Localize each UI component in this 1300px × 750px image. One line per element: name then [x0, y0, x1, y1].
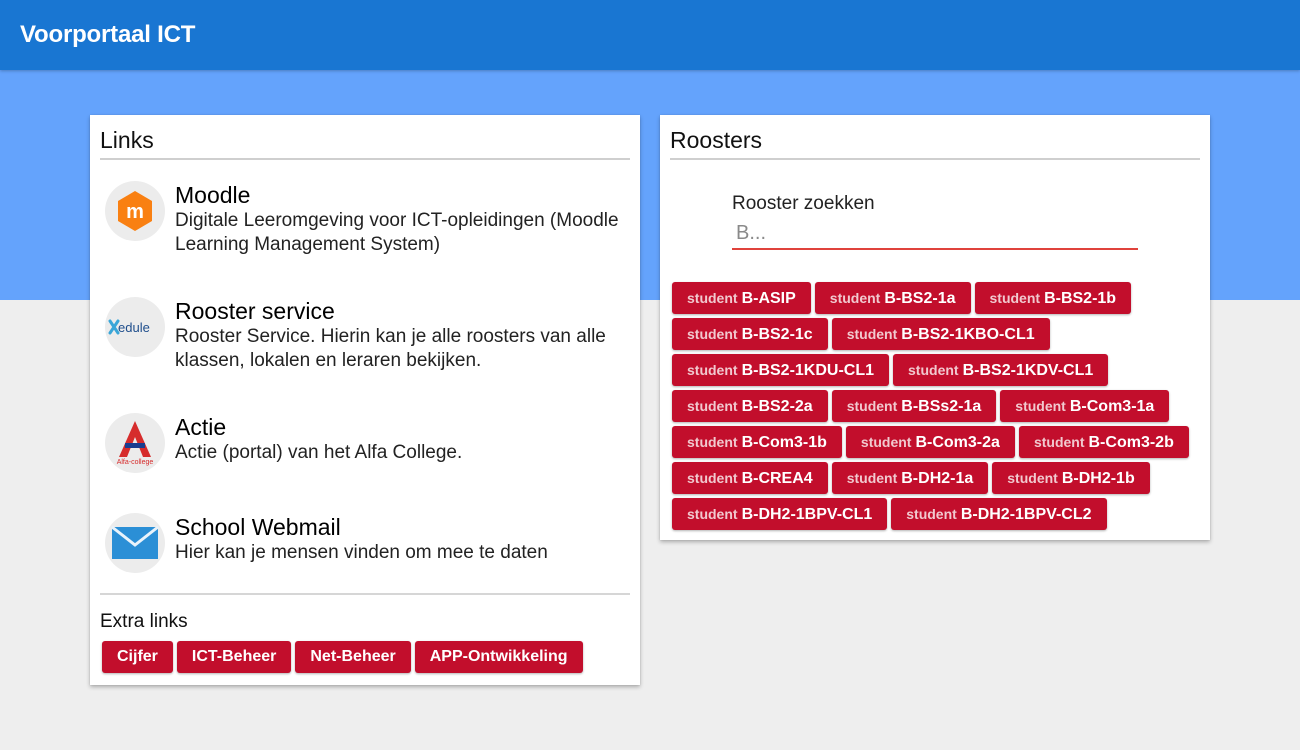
rooster-button-prefix: student [846, 326, 898, 342]
extra-link-button-ict-beheer[interactable]: ICT-Beheer [176, 641, 292, 673]
rooster-class-button[interactable]: student B-Com3-2a [845, 426, 1015, 458]
rooster-class-button[interactable]: student B-BSs2-1a [831, 390, 997, 422]
rooster-button-prefix: student [687, 470, 738, 486]
rooster-class-button[interactable]: student B-DH2-1a [831, 462, 989, 494]
rooster-class-button[interactable]: student B-BS2-1a [814, 282, 971, 314]
link-name[interactable]: Actie [175, 413, 630, 441]
rooster-button-class: B-BS2-1KBO-CL1 [901, 326, 1035, 343]
links-card-title: Links [100, 115, 630, 160]
xedule-logo: edule [105, 297, 165, 357]
rooster-button-class: B-Com3-2a [915, 434, 1000, 451]
rooster-button-class: B-DH2-1BPV-CL1 [741, 506, 873, 523]
rooster-button-class: B-Com3-2b [1088, 434, 1174, 451]
rooster-class-buttons: student B-ASIP student B-BS2-1a student B-BS2… [672, 282, 1202, 530]
link-item-moodle[interactable]: m Moodle Digitale Leeromgeving voor ICT-… [105, 181, 625, 255]
extra-link-button-cijfer[interactable]: Cijfer [102, 641, 173, 673]
rooster-button-prefix: student [908, 362, 959, 378]
rooster-class-button[interactable]: student B-DH2-1BPV-CL1 [672, 498, 888, 530]
rooster-class-button[interactable]: student B-BS2-1KDU-CL1 [672, 354, 890, 386]
rooster-button-class: B-DH2-1BPV-CL2 [960, 506, 1092, 523]
rooster-button-prefix: student [846, 398, 898, 414]
rooster-class-button[interactable]: student B-BS2-1KDV-CL1 [893, 354, 1109, 386]
extra-links-title: Extra links [100, 611, 188, 632]
rooster-button-class: B-Com3-1a [1069, 398, 1155, 415]
rooster-button-class: B-BS2-2a [741, 398, 813, 415]
rooster-button-prefix: student [1033, 434, 1085, 450]
link-name[interactable]: School Webmail [175, 513, 630, 541]
rooster-class-button[interactable]: student B-DH2-1BPV-CL2 [891, 498, 1107, 530]
rooster-button-prefix: student [989, 290, 1041, 306]
rooster-button-prefix: student [687, 506, 738, 522]
rooster-button-prefix: student [1007, 470, 1058, 486]
app-title[interactable]: Voorportaal ICT [20, 21, 195, 49]
extra-link-button-net-beheer[interactable]: Net-Beheer [295, 641, 411, 673]
rooster-button-class: B-BS2-1b [1044, 290, 1117, 307]
rooster-search-label: Rooster zoekken [732, 193, 875, 214]
rooster-button-class: B-BS2-1c [741, 326, 813, 343]
link-item-rooster-service[interactable]: edule Rooster service Rooster Service. H… [105, 297, 625, 371]
alfa-logo-text: Alfa-college [117, 459, 154, 466]
link-item-actie[interactable]: Alfa-college Actie Actie (portal) van he… [105, 413, 625, 483]
app-header: Voorportaal ICT [0, 0, 1300, 70]
rooster-button-class: B-DH2-1a [901, 470, 974, 487]
links-divider [100, 593, 630, 595]
rooster-button-prefix: student [829, 290, 881, 306]
link-item-school-webmail[interactable]: School Webmail Hier kan je mensen vinden… [105, 513, 625, 583]
link-description: Rooster Service. Hierin kan je alle roos… [175, 326, 606, 371]
rooster-button-prefix: student [687, 362, 738, 378]
rooster-search-input[interactable] [732, 218, 1138, 250]
rooster-button-prefix: student [1015, 398, 1066, 414]
rooster-class-button[interactable]: student B-BS2-2a [672, 390, 828, 422]
rooster-button-class: B-BS2-1KDU-CL1 [741, 362, 875, 379]
rooster-button-class: B-BS2-1KDV-CL1 [962, 362, 1094, 379]
rooster-button-class: B-CREA4 [741, 470, 813, 487]
extra-link-button-app-ontwikkeling[interactable]: APP-Ontwikkeling [414, 641, 583, 673]
rooster-class-button[interactable]: student B-DH2-1b [992, 462, 1150, 494]
rooster-button-class: B-BS2-1a [884, 290, 956, 307]
rooster-button-prefix: student [906, 506, 957, 522]
alfa-college-logo: Alfa-college [105, 413, 165, 473]
rooster-button-prefix: student [687, 434, 738, 450]
link-name[interactable]: Moodle [175, 181, 630, 209]
rooster-button-class: B-BSs2-1a [901, 398, 982, 415]
svg-text:m: m [126, 201, 144, 223]
rooster-button-prefix: student [687, 398, 738, 414]
rooster-button-prefix: student [846, 470, 898, 486]
roosters-card: Roosters Rooster zoekken studentB-ASIPst… [660, 115, 1210, 540]
rooster-class-button[interactable]: student B-Com3-1b [672, 426, 842, 458]
roosters-card-title: Roosters [670, 115, 1200, 160]
mail-envelope-icon [105, 513, 165, 573]
extra-links-buttons: Cijfer ICT-Beheer Net-Beheer APP-Ontwikk… [102, 641, 583, 673]
xedule-logo-text: edule [118, 320, 150, 335]
rooster-class-button[interactable]: student B-CREA4 [672, 462, 828, 494]
rooster-class-button[interactable]: student B-BS2-1c [672, 318, 828, 350]
link-description: Actie (portal) van het Alfa College. [175, 442, 463, 463]
links-card: Links m Moodle Digitale Leeromgeving voo… [90, 115, 640, 685]
link-description: Digitale Leeromgeving voor ICT-opleiding… [175, 210, 619, 255]
rooster-class-button[interactable]: student B-Com3-2b [1018, 426, 1189, 458]
rooster-button-class: B-Com3-1b [741, 434, 827, 451]
link-name[interactable]: Rooster service [175, 297, 630, 325]
moodle-logo: m [105, 181, 165, 241]
rooster-button-prefix: student [687, 290, 738, 306]
rooster-button-prefix: student [687, 326, 738, 342]
rooster-class-button[interactable]: student B-ASIP [672, 282, 811, 314]
rooster-search: Rooster zoekken [732, 193, 1138, 250]
rooster-button-class: B-ASIP [741, 290, 796, 307]
rooster-button-prefix: student [860, 434, 912, 450]
rooster-class-button[interactable]: student B-Com3-1a [1000, 390, 1170, 422]
rooster-class-button[interactable]: student B-BS2-1b [974, 282, 1132, 314]
rooster-button-class: B-DH2-1b [1061, 470, 1135, 487]
rooster-class-button[interactable]: student B-BS2-1KBO-CL1 [831, 318, 1050, 350]
link-description: Hier kan je mensen vinden om mee te date… [175, 542, 548, 563]
